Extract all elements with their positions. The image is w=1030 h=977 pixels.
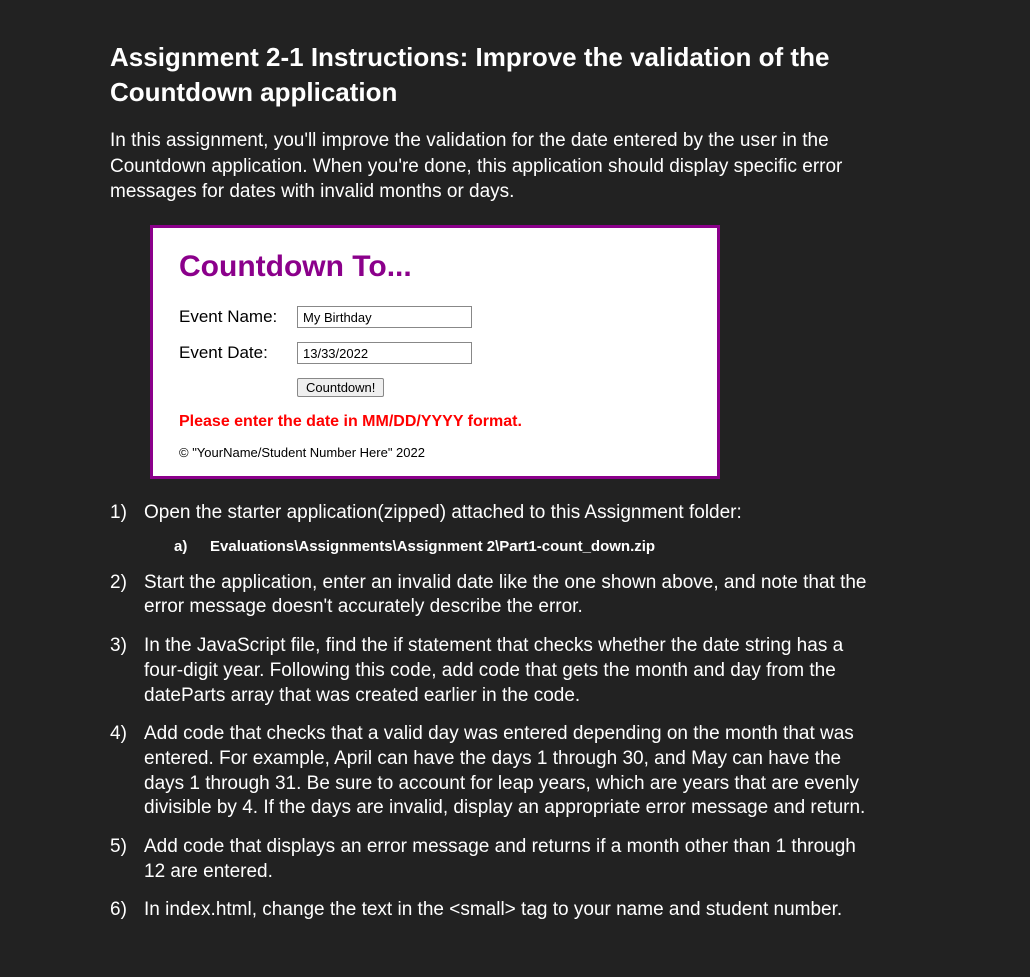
app-footer: © "YourName/Student Number Here" 2022 (179, 445, 691, 460)
error-message: Please enter the date in MM/DD/YYYY form… (179, 413, 691, 431)
app-title: Countdown To... (179, 250, 691, 284)
intro-paragraph: In this assignment, you'll improve the v… (110, 128, 850, 205)
page-title: Assignment 2-1 Instructions: Improve the… (110, 40, 890, 110)
event-date-input[interactable] (297, 342, 472, 364)
step-6: In index.html, change the text in the <s… (110, 898, 870, 923)
step-1a-text: Evaluations\Assignments\Assignment 2\Par… (210, 538, 655, 555)
step-4: Add code that checks that a valid day wa… (110, 722, 870, 821)
event-name-input[interactable] (297, 306, 472, 328)
step-2: Start the application, enter an invalid … (110, 571, 870, 620)
step-1-text: Open the starter application(zipped) att… (144, 502, 742, 523)
event-name-label: Event Name: (179, 307, 297, 327)
instructions-list: Open the starter application(zipped) att… (110, 501, 890, 923)
countdown-app-screenshot: Countdown To... Event Name: Event Date: … (150, 225, 720, 479)
event-name-row: Event Name: (179, 306, 691, 328)
event-date-row: Event Date: (179, 342, 691, 364)
step-5: Add code that displays an error message … (110, 835, 870, 884)
event-date-label: Event Date: (179, 343, 297, 363)
countdown-button[interactable]: Countdown! (297, 378, 384, 397)
step-3: In the JavaScript file, find the if stat… (110, 634, 870, 708)
step-1: Open the starter application(zipped) att… (110, 501, 870, 557)
step-1a: Evaluations\Assignments\Assignment 2\Par… (144, 536, 870, 557)
